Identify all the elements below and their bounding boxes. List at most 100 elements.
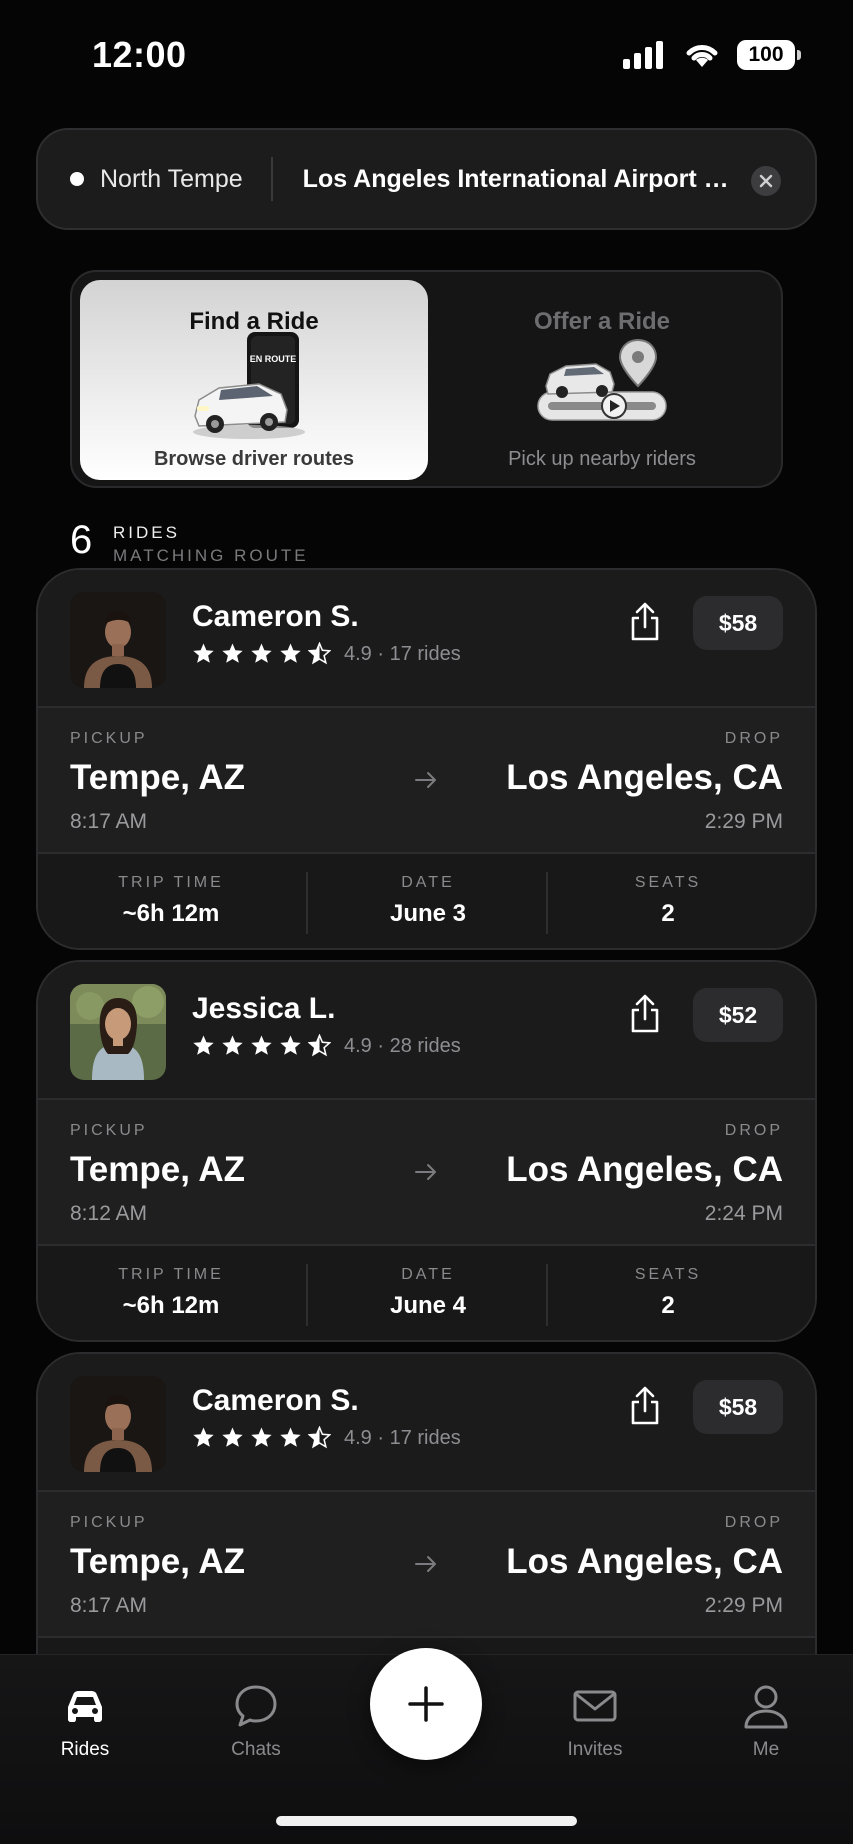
trip-stats: TRIP TIME ~6h 12m DATE June 3 SEATS 2 — [38, 854, 815, 948]
trip-time-label: TRIP TIME — [118, 874, 224, 891]
price-badge: $52 — [693, 988, 783, 1042]
date-stat: DATE June 3 — [308, 854, 548, 948]
ride-mode-toggle: Find a Ride EN ROUTE Browse driver route… — [70, 270, 783, 488]
rides-label: RIDES — [113, 523, 180, 542]
route-destination[interactable]: Los Angeles International Airport (LAX) — [303, 165, 735, 194]
share-icon[interactable] — [628, 1386, 662, 1426]
star-icon — [308, 642, 331, 665]
envelope-icon — [573, 1690, 617, 1722]
date-label: DATE — [401, 1266, 455, 1283]
tab-invites-label: Invites — [567, 1739, 623, 1760]
route-details: PICKUP DROP Tempe, AZ Los Angeles, CA 8:12 A… — [38, 1098, 815, 1246]
clear-icon[interactable] — [751, 166, 781, 196]
ride-card-header: Jessica L. 4.9 · 28 rides $52 — [38, 962, 815, 1098]
star-rating — [192, 642, 331, 665]
tab-chats-label: Chats — [231, 1739, 281, 1760]
tab-me[interactable]: Me — [706, 1683, 826, 1761]
route-search-bar[interactable]: North Tempe Los Angeles International Ai… — [36, 128, 817, 230]
car-pickup-pin-illustration-icon — [537, 338, 667, 421]
close-icon — [759, 174, 773, 188]
cellular-signal-icon — [623, 41, 663, 69]
car-icon — [68, 1691, 102, 1722]
drop-time: 2:24 PM — [704, 1202, 783, 1225]
tab-invites[interactable]: Invites — [535, 1683, 655, 1761]
star-icon — [251, 643, 272, 663]
route-details: PICKUP DROP Tempe, AZ Los Angeles, CA 8:17 A… — [38, 1490, 815, 1638]
driver-name: Jessica L. — [192, 992, 336, 1025]
ride-card[interactable]: Cameron S. 4.9 · 17 rides $58 PICKUP DROP Tem… — [36, 568, 817, 950]
date-value: June 3 — [389, 900, 467, 927]
add-ride-button[interactable] — [370, 1648, 482, 1760]
chat-bubble-icon — [235, 1685, 277, 1727]
trip-time-label: TRIP TIME — [118, 1266, 224, 1283]
rating-text: 4.9 · 17 rides — [344, 643, 461, 665]
star-icon — [222, 643, 243, 663]
drop-time: 2:29 PM — [704, 810, 783, 833]
avatar[interactable] — [70, 1376, 166, 1472]
ride-card-header: Cameron S. 4.9 · 17 rides $58 — [38, 1354, 815, 1490]
route-divider — [270, 157, 273, 201]
status-time: 12:00 — [92, 34, 187, 75]
price-badge: $58 — [693, 1380, 783, 1434]
offer-a-ride-option[interactable]: Offer a Ride Pick up nearby riders — [428, 280, 776, 480]
drop-city: Los Angeles, CA — [506, 758, 783, 797]
tab-rides[interactable]: Rides — [25, 1683, 145, 1761]
seats-stat: SEATS 2 — [548, 1246, 788, 1340]
seats-value: 2 — [661, 1292, 675, 1319]
star-icon — [222, 1427, 243, 1447]
pickup-label: PICKUP — [70, 1122, 148, 1139]
trip-time-value: ~6h 12m — [122, 900, 220, 927]
date-value: June 4 — [389, 1292, 467, 1319]
star-icon — [193, 643, 214, 663]
seats-value: 2 — [661, 900, 675, 927]
seats-stat: SEATS 2 — [548, 854, 788, 948]
drop-city: Los Angeles, CA — [506, 1542, 783, 1581]
star-icon — [308, 1426, 331, 1449]
star-icon — [193, 1427, 214, 1447]
route-details: PICKUP DROP Tempe, AZ Los Angeles, CA 8:17 A… — [38, 706, 815, 854]
arrow-right-icon — [415, 772, 436, 788]
home-indicator — [276, 1816, 577, 1826]
star-icon — [280, 1035, 301, 1055]
wifi-icon — [686, 45, 718, 67]
avatar[interactable] — [70, 592, 166, 688]
pickup-city: Tempe, AZ — [70, 758, 246, 797]
share-icon[interactable] — [628, 602, 662, 642]
pickup-time: 8:17 AM — [70, 810, 148, 833]
pickup-city: Tempe, AZ — [70, 1542, 246, 1581]
pickup-time: 8:17 AM — [70, 1594, 148, 1617]
trip-time-stat: TRIP TIME ~6h 12m — [38, 854, 304, 948]
share-icon[interactable] — [628, 994, 662, 1034]
star-icon — [251, 1427, 272, 1447]
seats-label: SEATS — [634, 1266, 702, 1283]
drop-label: DROP — [724, 730, 783, 747]
seats-label: SEATS — [634, 874, 702, 891]
star-icon — [251, 1035, 272, 1055]
drop-label: DROP — [724, 1514, 783, 1531]
rating-text: 4.9 · 28 rides — [344, 1035, 461, 1057]
status-bar: 12:00 100 — [0, 0, 853, 112]
ride-card[interactable]: Jessica L. 4.9 · 28 rides $52 PICKUP DROP Tem… — [36, 960, 817, 1342]
tab-chats[interactable]: Chats — [196, 1683, 316, 1761]
status-icons: 100 — [623, 40, 801, 70]
date-stat: DATE June 4 — [308, 1246, 548, 1340]
date-label: DATE — [401, 874, 455, 891]
star-icon — [193, 1035, 214, 1055]
trip-time-stat: TRIP TIME ~6h 12m — [38, 1246, 304, 1340]
driver-name: Cameron S. — [192, 600, 359, 633]
route-origin[interactable]: North Tempe — [100, 165, 243, 194]
arrow-right-icon — [415, 1164, 436, 1180]
trip-stats: TRIP TIME ~6h 12m DATE June 4 SEATS 2 — [38, 1246, 815, 1340]
tab-rides-label: Rides — [60, 1739, 110, 1760]
avatar[interactable] — [70, 984, 166, 1080]
drop-label: DROP — [724, 1122, 783, 1139]
star-icon — [308, 1034, 331, 1057]
rating-text: 4.9 · 17 rides — [344, 1427, 461, 1449]
drop-time: 2:29 PM — [704, 1594, 783, 1617]
pickup-time: 8:12 AM — [70, 1202, 148, 1225]
plus-icon — [408, 1686, 444, 1722]
battery-level: 100 — [748, 43, 784, 66]
find-a-ride-option[interactable]: Find a Ride EN ROUTE Browse driver route… — [80, 280, 428, 480]
star-icon — [222, 1035, 243, 1055]
offer-a-ride-subtitle: Pick up nearby riders — [508, 448, 696, 470]
